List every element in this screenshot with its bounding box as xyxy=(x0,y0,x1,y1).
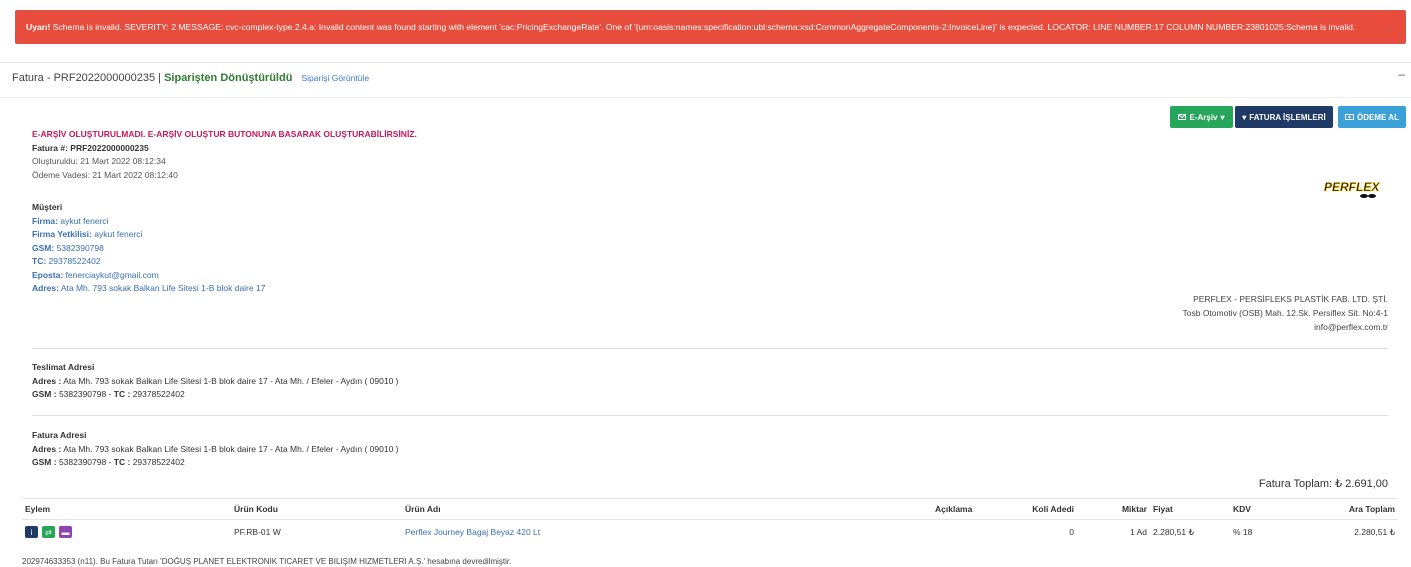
billing-address: Fatura Adresi Adres : Ata Mh. 793 sokak … xyxy=(32,429,399,470)
yetkili-label: Firma Yetkilisi: xyxy=(32,229,92,239)
billing-adres: Ata Mh. 793 sokak Balkan Life Sitesi 1-B… xyxy=(63,443,399,454)
billing-tc-label: TC : xyxy=(113,457,131,467)
collapse-icon[interactable]: – xyxy=(1398,67,1405,81)
row-urun-adi[interactable]: Perflex Journey Bagaj Beyaz 420 Lt xyxy=(402,520,932,545)
invoice-number-label: Fatura #: xyxy=(32,142,68,153)
invoice-total: Fatura Toplam: ₺ 2.691,00 xyxy=(1259,477,1388,490)
row-aciklama xyxy=(932,520,1002,545)
billing-gsm-label: GSM : xyxy=(32,457,57,467)
perflex-logo: PERFLEX xyxy=(1324,180,1381,198)
billing-heading: Fatura Adresi xyxy=(32,430,87,440)
col-miktar: Miktar xyxy=(1077,498,1150,520)
close-icon[interactable]: × xyxy=(1386,23,1393,37)
company-name: PERFLEX - PERSİFLEKS PLASTİK FAB. LTD. Ş… xyxy=(1193,294,1388,304)
delivery-tc: 29378522402 xyxy=(132,389,185,399)
total-value: ₺ 2.691,00 xyxy=(1335,478,1388,490)
delivery-gsm-label: GSM : xyxy=(32,389,57,399)
view-order-link[interactable]: Siparişi Görüntüle xyxy=(301,73,369,83)
billing-adres-label: Adres : xyxy=(32,443,62,454)
due-date: Ödeme Vadesi: 21 Mart 2022 08:12:40 xyxy=(32,169,178,180)
col-fiyat: Fiyat xyxy=(1150,498,1230,520)
items-table: Eylem Ürün Kodu Ürün Adı Açıklama Koli A… xyxy=(22,498,1398,544)
transfer-note: 202974633353 (n11). Bu Fatura Tutarı 'DO… xyxy=(22,557,512,566)
info-icon[interactable]: i xyxy=(25,526,38,538)
caret-down-icon: ▾ xyxy=(1220,112,1225,122)
fatura-islemleri-button[interactable]: ▾ FATURA İŞLEMLERİ xyxy=(1235,106,1333,128)
logo-text: PERFLEX xyxy=(1324,180,1380,194)
delivery-address: Teslimat Adresi Adres : Ata Mh. 793 soka… xyxy=(32,361,399,402)
earsiv-button[interactable]: E-Arşiv ▾ xyxy=(1170,106,1233,128)
earsiv-warning: E-ARŞİV OLUŞTURULMADI. E-ARŞİV OLUŞTUR B… xyxy=(32,129,417,139)
alert-prefix: Uyarı! xyxy=(26,22,51,32)
total-label: Fatura Toplam: xyxy=(1258,478,1333,490)
delivery-tc-label: TC : xyxy=(113,389,131,399)
table-row: i ⇄ ▬ PF.RB-01 W Perflex Journey Bagaj B… xyxy=(22,520,1398,545)
col-koli-adedi: Koli Adedi xyxy=(1002,498,1077,520)
company-email: info@perflex.com.tr xyxy=(1314,322,1388,332)
tc-label: TC: xyxy=(32,256,47,266)
arrows-icon[interactable]: ⇄ xyxy=(42,526,55,538)
col-ara-toplam: Ara Toplam xyxy=(1310,498,1398,520)
divider xyxy=(32,415,1388,416)
odeme-al-label: ÖDEME AL xyxy=(1357,112,1399,122)
row-miktar: 1 Ad xyxy=(1129,527,1147,537)
billing-gsm: 5382390798 - xyxy=(58,457,112,467)
row-urun-kodu: PF.RB-01 W xyxy=(234,527,281,537)
col-kdv: KDV xyxy=(1230,498,1310,520)
delivery-adres-label: Adres : xyxy=(32,375,62,386)
status-label: Siparişten Dönüştürüldü xyxy=(164,72,293,84)
firma-value: aykut fenerci xyxy=(60,215,109,226)
page-title: Fatura - PRF2022000000235 | xyxy=(12,72,162,84)
alert-message: Schema is invalid. SEVERITY: 2 MESSAGE: … xyxy=(50,22,1356,32)
firma-label: Firma: xyxy=(32,215,58,226)
yetkili-value: aykut fenerci xyxy=(94,229,143,239)
delivery-gsm: 5382390798 - xyxy=(58,389,112,399)
card-icon[interactable]: ▬ xyxy=(59,526,72,538)
customer-heading: Müşteri xyxy=(32,202,63,212)
adres-value: Ata Mh. 793 sokak Balkan Life Sitesi 1-B… xyxy=(60,283,266,293)
col-urun-kodu: Ürün Kodu xyxy=(231,498,402,520)
delivery-heading: Teslimat Adresi xyxy=(32,362,95,372)
col-urun-adi: Ürün Adı xyxy=(402,498,932,520)
company-info: PERFLEX - PERSİFLEKS PLASTİK FAB. LTD. Ş… xyxy=(1183,292,1389,334)
created-date: Oluşturuldu: 21 Mart 2022 08:12:34 xyxy=(32,156,166,166)
row-kdv: % 18 xyxy=(1233,527,1253,537)
odeme-al-button[interactable]: ÖDEME AL xyxy=(1338,106,1406,128)
table-header-row: Eylem Ürün Kodu Ürün Adı Açıklama Koli A… xyxy=(22,498,1398,520)
earsiv-button-label: E-Arşiv xyxy=(1189,112,1218,122)
row-fiyat: 2.280,51 ₺ xyxy=(1153,526,1194,537)
envelope-icon xyxy=(1178,114,1187,120)
company-address: Tosb Otomotiv (OSB) Mah. 12.Sk. Persifle… xyxy=(1182,308,1389,318)
eposta-value: fenerciaykut@gmail.com xyxy=(65,269,159,280)
row-actions: i ⇄ ▬ xyxy=(22,520,231,545)
adres-label: Adres: xyxy=(32,283,59,293)
caret-down-icon: ▾ xyxy=(1242,112,1247,122)
gsm-label: GSM: xyxy=(32,242,55,253)
billing-tc: 29378522402 xyxy=(132,457,185,467)
col-aciklama: Açıklama xyxy=(932,498,1002,520)
row-koli: 0 xyxy=(1069,527,1074,537)
eposta-label: Eposta: xyxy=(32,269,64,280)
panel-header: Fatura - PRF2022000000235 | Siparişten D… xyxy=(0,62,1411,98)
money-icon xyxy=(1345,114,1355,120)
error-alert: Uyarı! Schema is invalid. SEVERITY: 2 ME… xyxy=(15,10,1406,44)
gsm-value: 5382390798 xyxy=(56,242,104,253)
divider xyxy=(32,348,1388,349)
col-eylem: Eylem xyxy=(22,498,231,520)
invoice-number: PRF2022000000235 xyxy=(70,142,149,153)
fatura-islemleri-label: FATURA İŞLEMLERİ xyxy=(1249,112,1326,122)
delivery-adres: Ata Mh. 793 sokak Balkan Life Sitesi 1-B… xyxy=(63,375,399,386)
row-ara-toplam: 2.280,51 ₺ xyxy=(1354,526,1395,537)
invoice-info: E-ARŞİV OLUŞTURULMADI. E-ARŞİV OLUŞTUR B… xyxy=(32,128,417,296)
tc-value: 29378522402 xyxy=(48,256,101,266)
